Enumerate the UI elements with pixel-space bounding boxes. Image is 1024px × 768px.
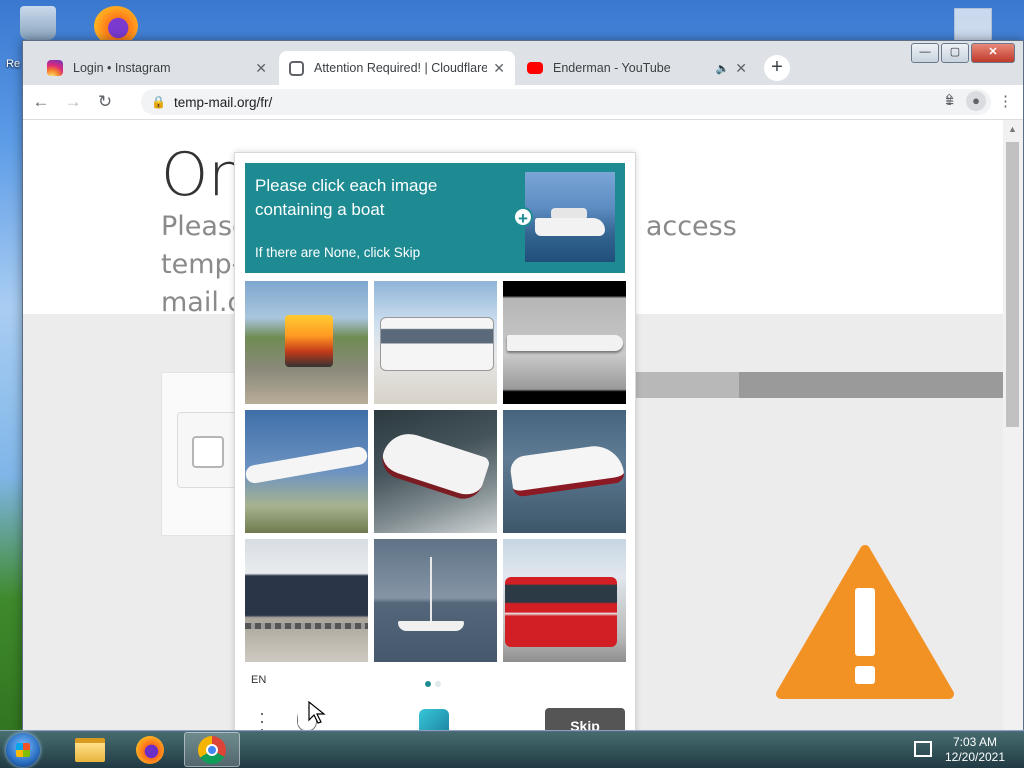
captcha-menu-icon[interactable]: · · · [259, 704, 265, 731]
language-selector[interactable]: EN [251, 674, 266, 686]
hcaptcha-logo-icon [419, 709, 449, 731]
toolbar-right: ≡ ● ⋮ [945, 91, 1013, 111]
scrollbar-thumb[interactable] [1006, 142, 1019, 427]
captcha-image-tile[interactable] [374, 539, 497, 662]
skip-button[interactable]: Skip [545, 708, 625, 731]
hcaptcha-dialog: Please click each image containing a boa… [234, 152, 636, 731]
browser-toolbar: ← → ↻ 🔒 temp-mail.org/fr/ ⇪ ☆ ≡ ● ⋮ [23, 85, 1023, 120]
folder-icon [75, 737, 105, 762]
challenge-checkbox[interactable] [192, 436, 224, 468]
scroll-up-icon[interactable]: ▲ [1008, 124, 1017, 134]
system-clock[interactable]: 7:03 AM 12/20/2021 [940, 735, 1010, 765]
tab-label: Enderman - YouTube [553, 61, 671, 75]
captcha-prompt-header: Please click each image containing a boa… [245, 163, 625, 273]
reload-icon[interactable]: ↻ [91, 92, 119, 112]
captcha-image-tile[interactable] [503, 539, 626, 662]
url-text[interactable]: temp-mail.org/fr/ [174, 95, 272, 110]
captcha-image-tile[interactable] [503, 410, 626, 533]
tab-strip: Login • Instagram ✕ Attention Required! … [23, 49, 1023, 85]
mouse-cursor-icon [298, 701, 326, 725]
youtube-icon [527, 62, 543, 74]
close-tab-icon[interactable]: ✕ [255, 60, 267, 77]
chrome-icon [198, 735, 226, 764]
taskbar-chrome[interactable] [184, 732, 240, 767]
recycle-bin-icon[interactable] [20, 6, 56, 40]
captcha-image-tile[interactable] [245, 281, 368, 404]
browser-window: — ▢ ✕ Login • Instagram ✕ Attention Requ… [22, 40, 1024, 732]
captcha-image-tile[interactable] [503, 281, 626, 404]
start-button[interactable] [6, 733, 40, 767]
warning-triangle-icon [776, 545, 954, 699]
back-arrow-icon[interactable]: ← [27, 92, 55, 112]
firefox-icon [136, 735, 164, 764]
captcha-image-tile[interactable] [245, 539, 368, 662]
captcha-example-image [525, 172, 615, 262]
captcha-image-tile[interactable] [374, 281, 497, 404]
captcha-image-tile[interactable] [374, 410, 497, 533]
example-expand-icon[interactable]: + [513, 207, 533, 228]
instagram-icon [47, 60, 63, 76]
captcha-image-grid [245, 281, 626, 662]
clock-date: 12/20/2021 [944, 750, 1006, 764]
tab-label: Login • Instagram [73, 61, 171, 75]
banner-bar [739, 372, 1003, 398]
captcha-skip-hint: If there are None, click Skip [255, 245, 421, 260]
close-tab-icon[interactable]: ✕ [493, 60, 505, 77]
tab-cloudflare[interactable]: Attention Required! | Cloudflare ✕ [279, 51, 515, 85]
desktop-document-icon[interactable] [954, 8, 992, 44]
close-tab-icon[interactable]: ✕ [735, 60, 747, 77]
tab-instagram[interactable]: Login • Instagram ✕ [37, 51, 277, 85]
speaker-icon[interactable]: 🔈 [716, 62, 730, 75]
captcha-page-indicator [425, 681, 441, 687]
globe-icon [289, 60, 304, 76]
captcha-image-tile[interactable] [245, 410, 368, 533]
address-bar[interactable]: 🔒 temp-mail.org/fr/ ⇪ ☆ [141, 89, 991, 115]
lock-icon[interactable]: 🔒 [151, 95, 166, 109]
new-tab-button[interactable]: + [764, 55, 790, 81]
tab-youtube[interactable]: Enderman - YouTube 🔈 ✕ [517, 51, 757, 85]
page-dot-active [425, 681, 431, 687]
network-tray-icon[interactable] [914, 741, 932, 757]
clock-time: 7:03 AM [952, 735, 998, 749]
forward-arrow-icon[interactable]: → [59, 92, 87, 112]
page-scrollbar[interactable]: ▲ [1003, 120, 1023, 731]
taskbar-firefox[interactable] [122, 732, 178, 767]
menu-kebab-icon[interactable]: ⋮ [998, 92, 1013, 110]
taskbar-explorer[interactable] [62, 732, 118, 767]
tab-label: Attention Required! | Cloudflare [314, 61, 488, 75]
taskbar: 7:03 AM 12/20/2021 [0, 730, 1024, 768]
page-dot [435, 681, 441, 687]
profile-avatar-icon[interactable]: ● [966, 91, 986, 111]
media-queue-icon[interactable]: ≡ [945, 93, 954, 110]
desktop-icon-label: Re [6, 58, 21, 70]
captcha-prompt-text: Please click each image containing a boa… [255, 176, 438, 219]
